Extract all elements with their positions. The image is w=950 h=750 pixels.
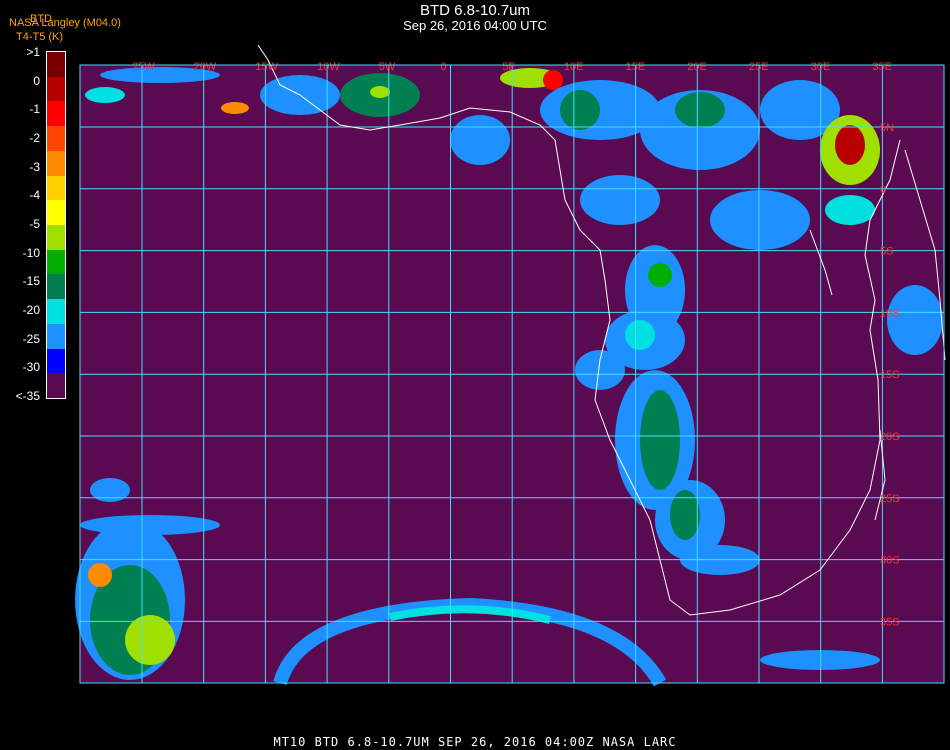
credit-label: NASA Langley (M04.0) [9, 17, 121, 29]
lat-label: 0 [880, 184, 886, 196]
colorbar-label: >1 [26, 45, 40, 59]
lon-label: 30E [811, 61, 831, 73]
lat-label: 5S [880, 246, 893, 258]
lon-label: 10W [317, 61, 340, 73]
lon-label: 35E [872, 61, 892, 73]
colorbar-label: -20 [22, 303, 40, 317]
lat-label: 10S [880, 307, 900, 319]
colorbar-label: -3 [29, 159, 40, 174]
colorbar-segment [47, 200, 65, 226]
lat-label: 5N [880, 122, 894, 134]
colorbar-segment [47, 150, 65, 176]
colorbar-label: -2 [29, 131, 40, 145]
lon-label: 15W [255, 61, 278, 73]
lon-label: 5E [502, 61, 515, 73]
lon-label: 5W [379, 61, 396, 73]
lat-label: 20S [880, 431, 900, 443]
lat-label: 25S [880, 493, 900, 505]
lon-label: 20E [687, 61, 707, 73]
colorbar-segment [47, 299, 65, 324]
map-timestamp: Sep 26, 2016 04:00 UTC [403, 18, 547, 33]
map-title: BTD 6.8-10.7um [419, 2, 531, 19]
colorbar-label: -25 [22, 331, 40, 346]
colorbar-label: -4 [29, 188, 40, 203]
lon-label: 15E [626, 61, 646, 73]
colorbar-segment [47, 323, 65, 349]
colorbar-segment [47, 175, 65, 201]
colorbar [46, 51, 66, 399]
colorbar-units: T4-T5 (K) [16, 31, 64, 43]
lon-label: 25E [749, 61, 769, 73]
lon-label: 20W [194, 61, 217, 73]
colorbar-label: -1 [29, 102, 40, 117]
colorbar-segment [47, 52, 65, 77]
lat-label: 15S [880, 369, 900, 381]
colorbar-segment [47, 101, 65, 127]
colorbar-segment [47, 76, 65, 102]
colorbar-label: -5 [29, 217, 40, 231]
colorbar-label: 0 [33, 73, 40, 88]
lon-label: 25W [132, 61, 155, 73]
colorbar-segment [47, 348, 65, 374]
colorbar-title: BTD [30, 13, 52, 25]
satellite-map: 25W 20W 15W 10W 5W 0 5E 10E 15E 20E 25E 30E 35E 5N 0 5S… [75, 44, 946, 687]
colorbar-segment [47, 126, 65, 151]
colorbar-segment [47, 249, 65, 275]
colorbar-segment [47, 225, 65, 250]
colorbar-label: -10 [22, 245, 40, 260]
colorbar-segment [47, 274, 65, 300]
footer-caption: MT10 BTD 6.8-10.7UM SEP 26, 2016 04:00Z … [273, 735, 677, 749]
colorbar-label: -30 [22, 360, 40, 375]
colorbar-segment [47, 373, 65, 399]
colorbar-label: -15 [22, 274, 40, 289]
lat-label: 30S [880, 555, 900, 567]
lat-label: 35S [880, 616, 900, 628]
colorbar-label: <-35 [15, 389, 40, 403]
lon-label: 10E [564, 61, 584, 73]
lon-label: 0 [441, 61, 447, 73]
